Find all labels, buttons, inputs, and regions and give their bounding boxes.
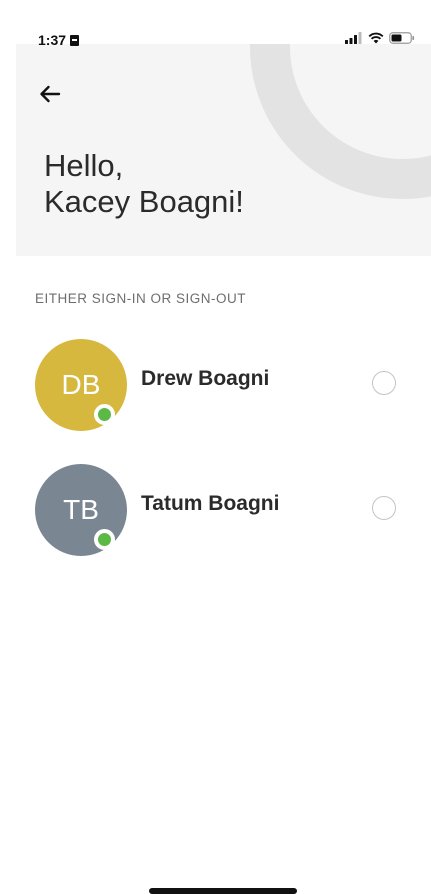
member-name: Drew Boagni [141, 367, 270, 390]
id-badge-icon [70, 34, 80, 46]
status-icons [345, 32, 415, 44]
status-bar: 1:37 [0, 0, 431, 48]
status-time: 1:37 [38, 32, 67, 48]
wifi-icon [368, 32, 384, 44]
battery-icon [389, 32, 415, 44]
avatar-initials: DB [61, 369, 101, 400]
member-item-tatum[interactable]: TB Tatum Boagni [35, 464, 415, 560]
status-time-group: 1:37 [38, 32, 80, 48]
member-name: Tatum Boagni [141, 492, 280, 515]
select-radio[interactable] [372, 371, 396, 395]
home-indicator[interactable] [149, 888, 297, 894]
back-arrow-icon [40, 85, 61, 103]
section-title: EITHER SIGN-IN OR SIGN-OUT [35, 291, 247, 306]
online-status-dot [94, 404, 115, 425]
avatar-initials: TB [63, 494, 99, 525]
select-radio[interactable] [372, 496, 396, 520]
online-status-dot [94, 529, 115, 550]
greeting-line-2: Kacey Boagni! [44, 184, 244, 219]
page-title: Hello, Kacey Boagni! [44, 148, 244, 220]
member-item-drew[interactable]: DB Drew Boagni [35, 339, 415, 435]
decorative-ring [250, 44, 431, 199]
back-button[interactable] [36, 80, 64, 108]
signal-icon [345, 32, 362, 44]
greeting-line-1: Hello, [44, 148, 124, 183]
